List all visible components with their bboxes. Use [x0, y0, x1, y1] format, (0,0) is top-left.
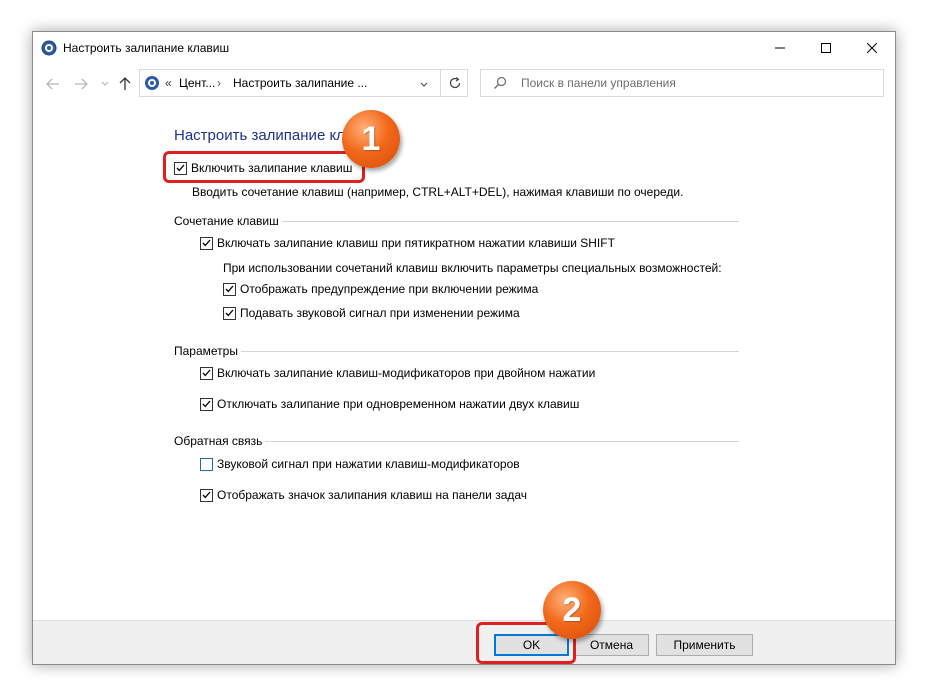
checkbox-checked-icon: [200, 488, 213, 502]
shortcut-note: При использовании сочетаний клавиш включ…: [223, 261, 722, 275]
minimize-icon: [775, 47, 785, 48]
double-press-checkbox[interactable]: Включать залипание клавиш-модификаторов …: [200, 366, 595, 380]
checkbox-checked-icon: [200, 236, 213, 250]
maximize-icon: [821, 42, 831, 53]
search-icon: [493, 76, 507, 93]
address-dropdown-button[interactable]: [420, 77, 428, 91]
back-button[interactable]: [43, 74, 63, 94]
two-keys-off-label: Отключать залипание при одновременном на…: [217, 397, 580, 411]
step-2-badge: 2: [543, 581, 601, 639]
arrow-right-icon: [75, 78, 88, 90]
two-keys-off-checkbox[interactable]: Отключать залипание при одновременном на…: [200, 397, 579, 411]
chevron-down-icon: [101, 81, 109, 86]
window-title: Настроить залипание клавиш: [63, 41, 230, 55]
cancel-button[interactable]: Отмена: [574, 634, 649, 656]
address-bar[interactable]: « Цент... › Настроить залипание ...: [139, 69, 468, 97]
dialog-footer: OK Отмена Применить: [33, 620, 895, 664]
modifier-sound-checkbox[interactable]: Звуковой сигнал при нажатии клавиш-модиф…: [200, 457, 520, 471]
chevron-down-icon: [420, 82, 428, 87]
control-panel-icon: [144, 75, 160, 91]
forward-button[interactable]: [71, 74, 91, 94]
checkbox-checked-icon: [200, 366, 213, 380]
close-button[interactable]: [849, 32, 895, 63]
ease-of-access-icon: [41, 40, 57, 56]
title-bar[interactable]: Настроить залипание клавиш: [33, 32, 895, 63]
navigation-bar: « Цент... › Настроить залипание ... Поис…: [33, 66, 895, 102]
taskbar-icon-label: Отображать значок залипания клавиш на па…: [217, 488, 528, 502]
options-group-title: Параметры: [174, 344, 241, 358]
up-button[interactable]: [115, 74, 135, 94]
minimize-button[interactable]: [757, 32, 803, 63]
group-divider: [174, 351, 739, 352]
refresh-button[interactable]: [440, 69, 469, 97]
shortcut-group-title: Сочетание клавиш: [174, 214, 282, 228]
breadcrumb-item-center[interactable]: Цент...: [179, 76, 215, 90]
step-1-badge: 1: [342, 110, 400, 168]
checkbox-checked-icon: [223, 306, 236, 320]
show-warning-checkbox[interactable]: Отображать предупреждение при включении …: [223, 282, 538, 296]
search-input[interactable]: Поиск в панели управления: [521, 76, 676, 90]
recent-locations-button[interactable]: [95, 74, 115, 94]
sticky-keys-window: Настроить залипание клавиш « Цент... › Н…: [32, 31, 896, 665]
checkbox-unchecked-icon: [200, 457, 213, 471]
apply-button[interactable]: Применить: [656, 634, 753, 656]
play-sound-label: Подавать звуковой сигнал при изменении р…: [240, 306, 520, 320]
breadcrumb-overflow[interactable]: «: [165, 76, 172, 90]
checkbox-checked-icon: [223, 282, 236, 296]
breadcrumb-separator[interactable]: ›: [217, 76, 221, 90]
refresh-icon: [449, 77, 461, 89]
shift-five-times-checkbox[interactable]: Включать залипание клавиш при пятикратно…: [200, 236, 615, 250]
modifier-sound-label: Звуковой сигнал при нажатии клавиш-модиф…: [217, 457, 520, 471]
highlight-enable-sticky-keys: [163, 151, 365, 183]
checkbox-checked-icon: [200, 397, 213, 411]
arrow-left-icon: [46, 78, 59, 90]
double-press-label: Включать залипание клавиш-модификаторов …: [217, 366, 596, 380]
shift-five-times-label: Включать залипание клавиш при пятикратно…: [217, 236, 615, 250]
show-warning-label: Отображать предупреждение при включении …: [240, 282, 539, 296]
sticky-keys-description: Вводить сочетание клавиш (например, CTRL…: [192, 185, 684, 199]
close-icon: [867, 42, 877, 53]
taskbar-icon-checkbox[interactable]: Отображать значок залипания клавиш на па…: [200, 488, 527, 502]
search-box[interactable]: Поиск в панели управления: [480, 69, 884, 97]
maximize-button[interactable]: [803, 32, 849, 63]
arrow-up-icon: [119, 77, 131, 90]
breadcrumb-item-current[interactable]: Настроить залипание ...: [233, 76, 367, 90]
feedback-group-title: Обратная связь: [174, 434, 266, 448]
play-sound-checkbox[interactable]: Подавать звуковой сигнал при изменении р…: [223, 306, 520, 320]
